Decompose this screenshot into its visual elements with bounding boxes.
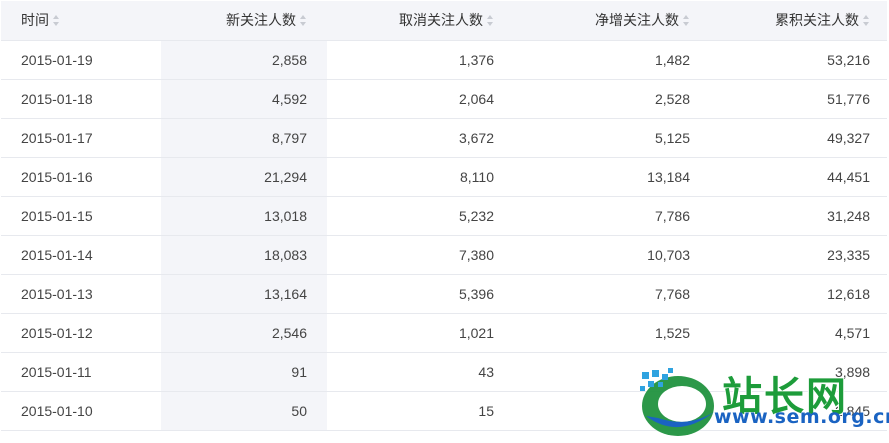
cell-unfollows: 8,110 <box>327 157 514 197</box>
cell-net-growth: 7,768 <box>514 274 702 314</box>
cell-net-growth: 1,482 <box>514 40 702 80</box>
cell-date: 2015-01-16 <box>1 157 161 197</box>
cell-new-followers: 50 <box>161 391 327 431</box>
col-header-date[interactable]: 时间 <box>1 1 161 41</box>
sort-icon[interactable] <box>487 15 494 27</box>
table-row: 2015-01-11 91 43 3,898 <box>1 352 887 392</box>
cell-cumulative: 51,776 <box>702 79 887 119</box>
cell-net-growth: 10,703 <box>514 235 702 275</box>
cell-unfollows: 2,064 <box>327 79 514 119</box>
cell-new-followers: 13,164 <box>161 274 327 314</box>
table-row: 2015-01-10 50 15 2,845 <box>1 391 887 431</box>
cell-cumulative: 53,216 <box>702 40 887 80</box>
table-row: 2015-01-15 13,018 5,232 7,786 31,248 <box>1 196 887 236</box>
cell-cumulative: 3,898 <box>702 352 887 392</box>
col-header-cumulative[interactable]: 累积关注人数 <box>702 1 887 41</box>
table-row: 2015-01-19 2,858 1,376 1,482 53,216 <box>1 40 887 80</box>
cell-new-followers: 13,018 <box>161 196 327 236</box>
table-row: 2015-01-16 21,294 8,110 13,184 44,451 <box>1 157 887 197</box>
cell-net-growth <box>514 352 702 392</box>
cell-cumulative: 12,618 <box>702 274 887 314</box>
sort-icon[interactable] <box>863 15 870 27</box>
cell-cumulative: 2,845 <box>702 391 887 431</box>
cell-net-growth: 1,525 <box>514 313 702 353</box>
cell-cumulative: 49,327 <box>702 118 887 158</box>
cell-unfollows: 5,396 <box>327 274 514 314</box>
cell-new-followers: 21,294 <box>161 157 327 197</box>
cell-net-growth: 5,125 <box>514 118 702 158</box>
table-row: 2015-01-14 18,083 7,380 10,703 23,335 <box>1 235 887 275</box>
cell-unfollows: 15 <box>327 391 514 431</box>
cell-date: 2015-01-10 <box>1 391 161 431</box>
cell-unfollows: 3,672 <box>327 118 514 158</box>
cell-unfollows: 43 <box>327 352 514 392</box>
cell-net-growth: 13,184 <box>514 157 702 197</box>
table-header-row: 时间 新关注人数 取消关注人数 净增关注人数 累积关注人数 <box>1 1 887 41</box>
sort-icon[interactable] <box>300 15 307 27</box>
cell-unfollows: 1,021 <box>327 313 514 353</box>
cell-new-followers: 91 <box>161 352 327 392</box>
cell-net-growth <box>514 391 702 431</box>
cell-date: 2015-01-14 <box>1 235 161 275</box>
sort-icon[interactable] <box>53 15 60 27</box>
table-row: 2015-01-18 4,592 2,064 2,528 51,776 <box>1 79 887 119</box>
cell-date: 2015-01-17 <box>1 118 161 158</box>
col-header-unfollows[interactable]: 取消关注人数 <box>327 1 514 41</box>
sort-icon[interactable] <box>683 15 690 27</box>
cell-net-growth: 7,786 <box>514 196 702 236</box>
cell-date: 2015-01-18 <box>1 79 161 119</box>
cell-new-followers: 18,083 <box>161 235 327 275</box>
cell-cumulative: 31,248 <box>702 196 887 236</box>
cell-unfollows: 1,376 <box>327 40 514 80</box>
cell-net-growth: 2,528 <box>514 79 702 119</box>
table-row: 2015-01-13 13,164 5,396 7,768 12,618 <box>1 274 887 314</box>
cell-new-followers: 4,592 <box>161 79 327 119</box>
cell-date: 2015-01-13 <box>1 274 161 314</box>
table-row: 2015-01-17 8,797 3,672 5,125 49,327 <box>1 118 887 158</box>
cell-cumulative: 44,451 <box>702 157 887 197</box>
cell-date: 2015-01-12 <box>1 313 161 353</box>
cell-new-followers: 2,546 <box>161 313 327 353</box>
cell-new-followers: 2,858 <box>161 40 327 80</box>
cell-cumulative: 23,335 <box>702 235 887 275</box>
followers-table: 时间 新关注人数 取消关注人数 净增关注人数 累积关注人数 2015-01-19… <box>1 1 887 431</box>
table-row: 2015-01-12 2,546 1,021 1,525 4,571 <box>1 313 887 353</box>
cell-unfollows: 7,380 <box>327 235 514 275</box>
cell-cumulative: 4,571 <box>702 313 887 353</box>
cell-unfollows: 5,232 <box>327 196 514 236</box>
col-header-new-followers[interactable]: 新关注人数 <box>161 1 327 41</box>
col-header-net-growth[interactable]: 净增关注人数 <box>514 1 702 41</box>
cell-date: 2015-01-15 <box>1 196 161 236</box>
cell-new-followers: 8,797 <box>161 118 327 158</box>
cell-date: 2015-01-11 <box>1 352 161 392</box>
cell-date: 2015-01-19 <box>1 40 161 80</box>
